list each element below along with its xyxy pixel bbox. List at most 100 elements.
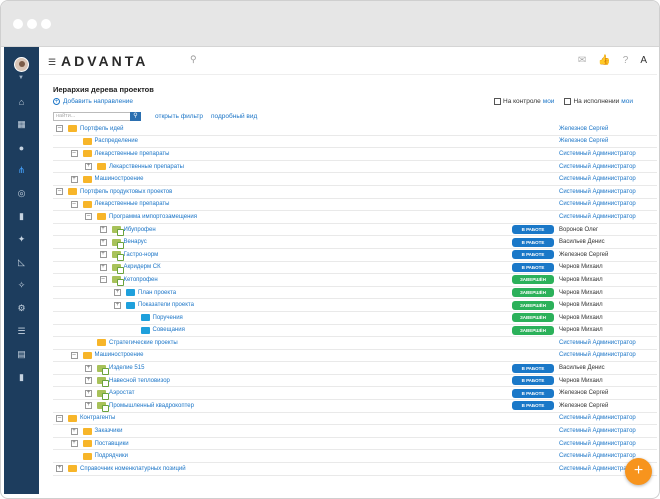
lifebuoy-icon[interactable]: ◎ xyxy=(15,187,28,200)
add-fab-button[interactable]: + xyxy=(625,458,652,485)
mail-icon[interactable]: ✉ xyxy=(578,55,586,66)
tree-row[interactable]: – Портфель идей Железнов Сергей xyxy=(53,123,657,136)
open-filter-link[interactable]: открыть фильтр xyxy=(155,113,203,120)
tree-item-name[interactable]: Гастро-норм xyxy=(124,252,159,258)
search-button[interactable]: ⚲ xyxy=(130,112,141,121)
tree-item-name[interactable]: Портфель идей xyxy=(80,126,124,132)
tree-item-name[interactable]: Распределение xyxy=(95,138,138,144)
expand-toggle[interactable]: + xyxy=(70,427,78,435)
runner-icon[interactable]: ✧ xyxy=(15,279,28,292)
add-direction-button[interactable]: + Добавить направление xyxy=(53,98,133,105)
tree-row[interactable]: + Машиностроение Системный Администратор xyxy=(53,173,657,186)
collapse-toggle[interactable]: – xyxy=(99,276,107,284)
tree-item-name[interactable]: Акридерм СК xyxy=(124,264,161,270)
owner-name[interactable]: Системный Администратор xyxy=(559,151,636,157)
tree-item-name[interactable]: План проекта xyxy=(138,290,176,296)
home-icon[interactable]: ⌂ xyxy=(15,95,28,108)
sparkle-icon[interactable]: ✦ xyxy=(15,233,28,246)
tree-row[interactable]: + Поставщики Системный Администратор xyxy=(53,438,657,451)
calendar-grid-icon[interactable]: ▤ xyxy=(15,348,28,361)
expand-toggle[interactable]: + xyxy=(114,301,121,309)
tree-item-name[interactable]: Венарус xyxy=(124,239,147,245)
checkbox-box[interactable] xyxy=(564,98,572,105)
collapse-toggle[interactable]: – xyxy=(56,188,63,196)
expand-toggle[interactable]: + xyxy=(85,364,92,372)
on-execution-checkbox[interactable]: На исполнении мои xyxy=(564,98,633,105)
tree-item-name[interactable]: Программа импортозамещения xyxy=(109,214,197,220)
owner-name[interactable]: Системный Администратор xyxy=(559,164,636,170)
calendar-icon[interactable]: ▦ xyxy=(15,118,28,131)
tree-row[interactable]: – Кетопрофен ЗАВЕРШЁН Чернов Михаил xyxy=(53,274,657,287)
tree-row[interactable]: + План проекта ЗАВЕРШЁН Чернов Михаил xyxy=(53,287,657,300)
window-dot[interactable] xyxy=(13,19,23,29)
tree-item-name[interactable]: Промышленный квадрокоптер xyxy=(109,403,194,409)
expand-toggle[interactable]: + xyxy=(114,289,121,297)
expand-toggle[interactable]: + xyxy=(70,175,78,183)
logo[interactable]: ADVANTA xyxy=(61,53,148,69)
tree-row[interactable]: + Навесной тепловизор В РАБОТЕ Чернов Михаи… xyxy=(53,375,657,388)
tree-row[interactable]: – Портфель продуктовых проектов Системный … xyxy=(53,186,657,199)
tree-item-name[interactable]: Лекарственные препараты xyxy=(95,151,170,157)
owner-name[interactable]: Системный Администратор xyxy=(559,189,636,195)
window-dot[interactable] xyxy=(41,19,51,29)
tree-item-name[interactable]: Поручения xyxy=(153,315,183,321)
collapse-toggle[interactable]: – xyxy=(56,125,63,133)
tree-item-name[interactable]: Машиностроение xyxy=(95,352,144,358)
tree-row[interactable]: – Программа импортозамещения Системный Адм… xyxy=(53,211,657,224)
owner-name[interactable]: Системный Администратор xyxy=(559,340,636,346)
expand-toggle[interactable]: + xyxy=(70,440,78,448)
tree-row[interactable]: – Лекарственные препараты Системный Админи… xyxy=(53,148,657,161)
expand-toggle[interactable]: + xyxy=(99,251,107,259)
tree-item-name[interactable]: Изделие 515 xyxy=(109,365,144,371)
expand-toggle[interactable]: + xyxy=(99,263,107,271)
collapse-toggle[interactable]: – xyxy=(85,213,92,221)
expand-toggle[interactable]: + xyxy=(85,163,92,171)
tree-row[interactable]: + Справочник номенклатурных позиций Систем… xyxy=(53,463,657,476)
tree-row[interactable]: + Ибупрофен В РАБОТЕ Воронов Олег xyxy=(53,224,657,237)
tree-row[interactable]: + Лекарственные препараты Системный Админи… xyxy=(53,161,657,174)
tree-row[interactable]: – Машиностроение Системный Администратор xyxy=(53,350,657,363)
chevron-down-icon[interactable]: ▼ xyxy=(18,75,24,81)
hierarchy-icon[interactable]: ⋔ xyxy=(15,164,28,177)
tree-row[interactable]: + Заказчики Системный Администратор xyxy=(53,425,657,438)
bookmark-icon[interactable]: ▮ xyxy=(15,371,28,384)
gear-icon[interactable]: ⚙ xyxy=(15,302,28,315)
checklist-icon[interactable]: ☰ xyxy=(15,325,28,338)
collapse-toggle[interactable]: – xyxy=(56,414,63,422)
tree-item-name[interactable]: Заказчики xyxy=(95,428,123,434)
on-control-mine-link[interactable]: мои xyxy=(543,98,555,105)
owner-name[interactable]: Системный Администратор xyxy=(559,201,636,207)
tree-item-name[interactable]: Машиностроение xyxy=(95,176,144,182)
detail-view-link[interactable]: подробный вид xyxy=(211,113,257,120)
account-icon[interactable]: A xyxy=(640,55,647,66)
on-execution-mine-link[interactable]: мои xyxy=(621,98,633,105)
tree-item-name[interactable]: Поставщики xyxy=(95,441,129,447)
tree-row[interactable]: + Промышленный квадрокоптер В РАБОТЕ Железн… xyxy=(53,400,657,413)
tree-row[interactable]: + Показатели проекта ЗАВЕРШЁН Чернов Михаил xyxy=(53,299,657,312)
users-icon[interactable]: ● xyxy=(15,141,28,154)
on-control-checkbox[interactable]: На контроле мои xyxy=(494,98,554,105)
checkbox-box[interactable] xyxy=(494,98,501,105)
owner-name[interactable]: Железнов Сергей xyxy=(559,138,608,144)
expand-toggle[interactable]: + xyxy=(85,402,92,410)
tree-item-name[interactable]: Аэростат xyxy=(109,390,135,396)
owner-name[interactable]: Системный Администратор xyxy=(559,453,636,459)
owner-name[interactable]: Системный Администратор xyxy=(559,441,636,447)
owner-name[interactable]: Системный Администратор xyxy=(559,415,636,421)
tree-row[interactable]: + Изделие 515 В РАБОТЕ Васильев Денис xyxy=(53,362,657,375)
collapse-toggle[interactable]: – xyxy=(70,200,78,208)
tree-row[interactable]: – Контрагенты Системный Администратор xyxy=(53,413,657,426)
tree-row[interactable]: Поручения ЗАВЕРШЁН Чернов Михаил xyxy=(53,312,657,325)
tree-row[interactable]: Распределение Железнов Сергей xyxy=(53,136,657,149)
tree-item-name[interactable]: Навесной тепловизор xyxy=(109,378,170,384)
tree-row[interactable]: + Аэростат В РАБОТЕ Железнов Сергей xyxy=(53,387,657,401)
tree-row[interactable]: Совещания ЗАВЕРШЁН Чернов Михаил xyxy=(53,325,657,338)
owner-name[interactable]: Системный Администратор xyxy=(559,428,636,434)
collapse-toggle[interactable]: – xyxy=(70,351,78,359)
chart-icon[interactable]: ▮ xyxy=(15,210,28,223)
tree-item-name[interactable]: Совещания xyxy=(153,327,185,333)
tree-row[interactable]: – Лекарственные препараты Системный Админи… xyxy=(53,199,657,212)
tree-item-name[interactable]: Кетопрофен xyxy=(124,277,158,283)
tree-item-name[interactable]: Ибупрофен xyxy=(124,227,156,233)
tree-item-name[interactable]: Подрядчики xyxy=(95,453,129,459)
